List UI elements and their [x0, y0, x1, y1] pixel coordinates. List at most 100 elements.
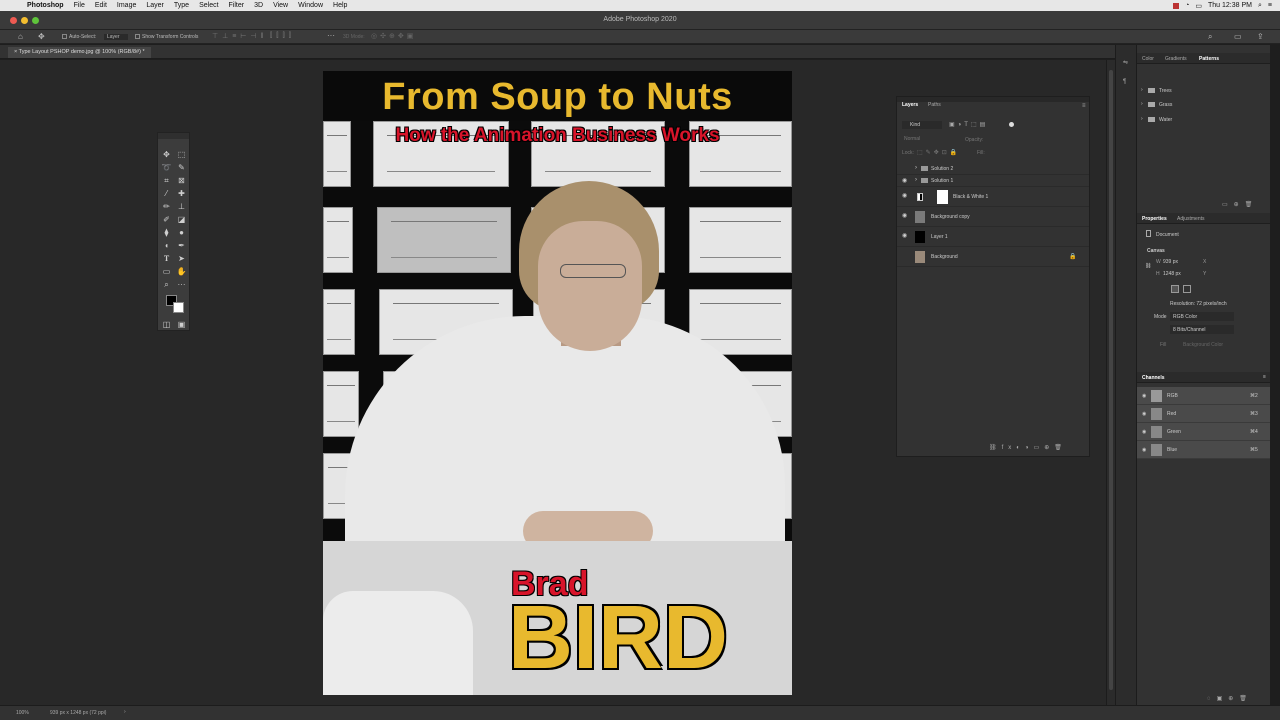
- path-select-icon[interactable]: ➤: [176, 253, 187, 264]
- visibility-toggle[interactable]: ◉: [1142, 429, 1146, 435]
- pattern-folder-expand[interactable]: ›: [1141, 116, 1143, 122]
- paint-bucket-icon[interactable]: ⧫: [161, 227, 172, 238]
- layer-row[interactable]: ◉ Background copy: [897, 207, 1089, 227]
- home-icon[interactable]: ⌂: [18, 32, 23, 41]
- channel-row[interactable]: ◉ RGB ⌘2: [1137, 387, 1271, 405]
- status-menu-icon[interactable]: ›: [124, 709, 126, 715]
- clone-stamp-icon[interactable]: ⊥: [176, 201, 187, 212]
- document-tab[interactable]: × Type Layout PSHOP demo.jpg @ 100% (RGB…: [8, 47, 151, 58]
- height-field[interactable]: 1248 px: [1163, 271, 1181, 277]
- menu-list-icon[interactable]: ≡: [1268, 2, 1272, 9]
- history-icon[interactable]: ⇋: [1123, 59, 1128, 66]
- tab-properties[interactable]: Properties: [1142, 216, 1167, 222]
- channel-row[interactable]: ◉ Green ⌘4: [1137, 423, 1271, 441]
- visibility-toggle[interactable]: ◉: [1142, 411, 1146, 417]
- menu-view[interactable]: View: [268, 2, 293, 9]
- move-tool-icon[interactable]: ✥: [161, 149, 172, 160]
- zoom-tool-icon[interactable]: ⌕: [161, 279, 172, 290]
- wifi-icon[interactable]: ◔: [1185, 2, 1189, 9]
- toolbox-header[interactable]: [158, 133, 189, 139]
- panel-menu-icon[interactable]: ≡: [1263, 374, 1266, 380]
- menu-3d[interactable]: 3D: [249, 2, 268, 9]
- pattern-folder-expand[interactable]: ›: [1141, 101, 1143, 107]
- scrollbar-thumb[interactable]: [1109, 70, 1113, 690]
- type-tool-icon[interactable]: T: [161, 253, 172, 264]
- visibility-toggle[interactable]: ◉: [902, 193, 908, 199]
- status-app-icon[interactable]: [1173, 2, 1180, 9]
- mode-dropdown[interactable]: RGB Color: [1170, 312, 1234, 321]
- menu-select[interactable]: Select: [194, 2, 223, 9]
- blend-mode-dropdown[interactable]: Normal: [902, 135, 962, 143]
- visibility-toggle[interactable]: [902, 166, 908, 172]
- layer-row[interactable]: › Solution 2: [897, 163, 1089, 175]
- quick-mask-icon[interactable]: ◫: [161, 319, 172, 330]
- tab-gradients[interactable]: Gradients: [1165, 56, 1187, 62]
- tab-patterns[interactable]: Patterns: [1199, 56, 1219, 62]
- menu-image[interactable]: Image: [112, 2, 141, 9]
- channel-row[interactable]: ◉ Red ⌘3: [1137, 405, 1271, 423]
- blur-tool-icon[interactable]: ●: [176, 227, 187, 238]
- pattern-folder-expand[interactable]: ›: [1141, 87, 1143, 93]
- move-tool-preset-icon[interactable]: ✥: [38, 32, 45, 41]
- hand-tool-icon[interactable]: ✋: [176, 266, 187, 277]
- 3d-mode-icons[interactable]: ◎✣⊕✥▣: [371, 32, 416, 40]
- group-expand-icon[interactable]: ›: [915, 165, 917, 171]
- layer-row[interactable]: ◉ › Solution 1: [897, 175, 1089, 187]
- brush-tool-icon[interactable]: ✏: [161, 201, 172, 212]
- link-dimensions-icon[interactable]: ⛓: [1145, 263, 1151, 269]
- filter-toggle[interactable]: [1009, 122, 1014, 127]
- lasso-tool-icon[interactable]: ➰: [161, 162, 172, 173]
- menu-type[interactable]: Type: [169, 2, 194, 9]
- portrait-orientation-button[interactable]: [1171, 285, 1179, 293]
- canvas-vertical-scrollbar[interactable]: [1106, 60, 1115, 705]
- menu-app-name[interactable]: Photoshop: [22, 2, 69, 9]
- panel-menu-icon[interactable]: ≡: [1082, 103, 1086, 109]
- background-color-swatch[interactable]: [173, 302, 184, 313]
- filter-kind-dropdown[interactable]: Kind: [902, 121, 942, 129]
- menu-edit[interactable]: Edit: [90, 2, 112, 9]
- layer-actions-icons[interactable]: ⛓fx◐◑▭⊕🗑: [989, 444, 1067, 451]
- fill-value[interactable]: Background Color: [1183, 342, 1223, 348]
- menu-file[interactable]: File: [69, 2, 90, 9]
- screen-mode-icon[interactable]: ▣: [176, 319, 187, 330]
- channel-row[interactable]: ◉ Blue ⌘5: [1137, 441, 1271, 459]
- pattern-folder-row[interactable]: › Trees: [1141, 86, 1261, 96]
- history-brush-icon[interactable]: ✐: [161, 214, 172, 225]
- landscape-orientation-button[interactable]: [1183, 285, 1191, 293]
- menubar-clock[interactable]: Thu 12:38 PM: [1208, 2, 1252, 9]
- close-tab-icon[interactable]: ×: [14, 49, 17, 55]
- layer-row[interactable]: ◉ Black & White 1: [897, 187, 1089, 207]
- document-image[interactable]: From Soup to Nuts How the Animation Busi…: [323, 71, 792, 695]
- lock-icons[interactable]: ⬚✎✥⊡🔒: [917, 149, 960, 156]
- layer-row[interactable]: ◉ Layer 1: [897, 227, 1089, 247]
- distribute-icons[interactable]: ⫿⫿⫿⫿: [270, 32, 295, 40]
- share-icon[interactable]: ⇪: [1257, 32, 1264, 41]
- group-expand-icon[interactable]: ›: [915, 177, 917, 183]
- visibility-toggle[interactable]: ◉: [902, 178, 908, 184]
- search-icon[interactable]: ⌕: [1208, 32, 1212, 42]
- tab-layers[interactable]: Layers: [902, 102, 918, 108]
- align-icons[interactable]: ⊤⊥≡⊢⊣‖: [212, 32, 267, 40]
- edit-toolbar-icon[interactable]: ···: [176, 279, 187, 290]
- visibility-toggle[interactable]: ◉: [902, 213, 908, 219]
- healing-brush-icon[interactable]: ✚: [176, 188, 187, 199]
- crop-tool-icon[interactable]: ⌗: [161, 175, 172, 186]
- workspace-icon[interactable]: ▭: [1234, 32, 1242, 41]
- dodge-tool-icon[interactable]: ◖: [161, 240, 172, 251]
- layer-row[interactable]: Background 🔒: [897, 247, 1089, 267]
- tab-adjustments[interactable]: Adjustments: [1177, 216, 1205, 222]
- menu-layer[interactable]: Layer: [141, 2, 169, 9]
- battery-icon[interactable]: ▭: [1195, 2, 1202, 10]
- menu-window[interactable]: Window: [293, 2, 328, 9]
- menu-filter[interactable]: Filter: [224, 2, 250, 9]
- quick-select-icon[interactable]: ✎: [176, 162, 187, 173]
- pattern-folder-row[interactable]: › Water: [1141, 115, 1261, 125]
- menu-help[interactable]: Help: [328, 2, 352, 9]
- tab-color[interactable]: Color: [1142, 56, 1154, 62]
- frame-tool-icon[interactable]: ⊠: [176, 175, 187, 186]
- more-options-icon[interactable]: ···: [327, 31, 335, 40]
- tab-paths[interactable]: Paths: [928, 102, 941, 108]
- transform-controls-checkbox[interactable]: [135, 34, 140, 39]
- eraser-icon[interactable]: ◪: [176, 214, 187, 225]
- visibility-toggle[interactable]: ◉: [902, 233, 908, 239]
